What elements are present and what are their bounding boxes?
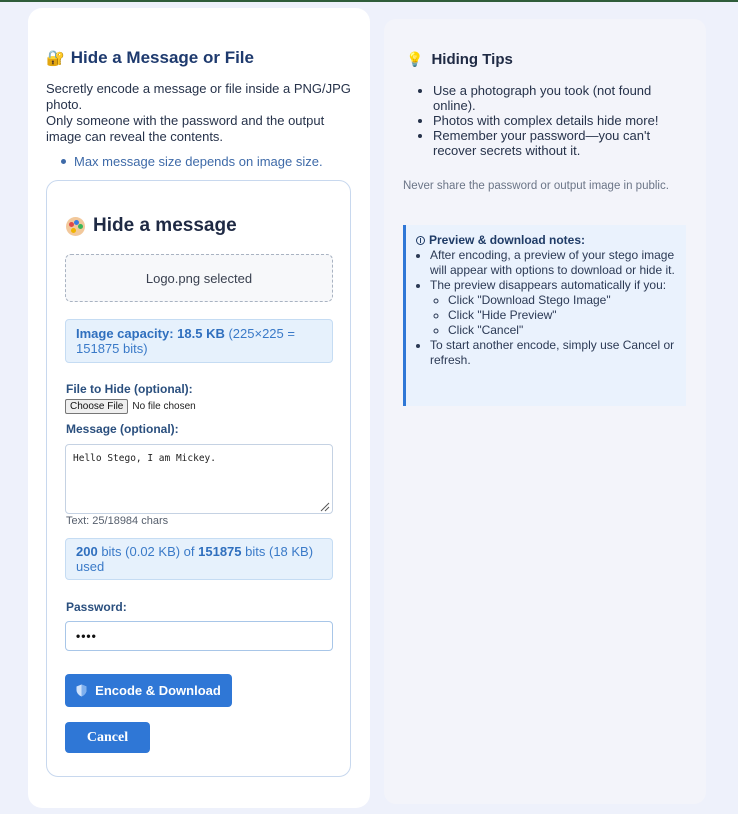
max-size-text: Max message size depends on image size. — [74, 154, 323, 169]
list-item: After encoding, a preview of your stego … — [430, 248, 676, 278]
form-title: Hide a message — [66, 215, 237, 237]
list-item-text: The preview disappears automatically if … — [430, 278, 667, 292]
encode-download-button[interactable]: Encode & Download — [65, 674, 232, 707]
tips-list: Use a photograph you took (not found onl… — [414, 83, 684, 158]
list-item: Click "Cancel" — [448, 323, 676, 338]
notes-list: After encoding, a preview of your stego … — [416, 248, 676, 368]
palette-icon — [66, 216, 85, 236]
bits-used-value: 200 — [76, 544, 98, 559]
list-item: Photos with complex details hide more! — [433, 113, 684, 128]
info-icon — [416, 236, 425, 245]
list-item: Click "Hide Preview" — [448, 308, 676, 323]
form-title-text: Hide a message — [93, 215, 237, 236]
list-item: Remember your password—you can't recover… — [433, 128, 684, 158]
capacity-label: Image capacity: 18.5 KB — [76, 326, 225, 341]
list-item: Use a photograph you took (not found onl… — [433, 83, 684, 113]
image-file-dropzone[interactable]: Logo.png selected — [65, 254, 333, 302]
password-label: Password: — [66, 600, 127, 614]
page-title-text: Hide a Message or File — [70, 48, 254, 67]
page-title: 🔐 Hide a Message or File — [46, 48, 254, 68]
file-to-hide-label: File to Hide (optional): — [66, 382, 193, 396]
choose-file-button[interactable]: Choose File — [65, 399, 129, 414]
notes-title-text: Preview & download notes: — [429, 233, 586, 247]
cancel-button[interactable]: Cancel — [65, 722, 150, 753]
resize-grip-icon[interactable] — [319, 501, 330, 512]
list-item: The preview disappears automatically if … — [430, 278, 676, 338]
password-input[interactable]: •••• — [65, 621, 333, 651]
bits-total-value: 151875 — [198, 544, 242, 559]
lightbulb-icon: 💡 — [406, 51, 424, 67]
char-count: Text: 25/18984 chars — [66, 515, 169, 527]
bits-used-kb: bits (0.02 KB) of — [97, 544, 199, 559]
message-label: Message (optional): — [66, 422, 179, 436]
notes-sublist: Click "Download Stego Image" Click "Hide… — [430, 293, 676, 338]
share-warning: Never share the password or output image… — [403, 180, 669, 192]
tips-card: 💡 Hiding Tips Use a photograph you took … — [384, 19, 706, 804]
encode-button-label: Encode & Download — [95, 683, 221, 698]
notes-title: Preview & download notes: — [416, 233, 676, 248]
hide-card: 🔐 Hide a Message or File Secretly encode… — [28, 8, 370, 808]
file-to-hide-input: Choose File No file chosen — [65, 399, 196, 414]
list-item: To start another encode, simply use Canc… — [430, 338, 676, 368]
preview-notes-box: Preview & download notes: After encoding… — [403, 225, 686, 406]
list-item: Click "Download Stego Image" — [448, 293, 676, 308]
page-description: Secretly encode a message or file inside… — [46, 81, 356, 145]
bullet-icon — [61, 159, 66, 164]
top-border — [0, 0, 738, 2]
bits-usage-info: 200 bits (0.02 KB) of 151875 bits (18 KB… — [65, 538, 333, 580]
selected-file-text: Logo.png selected — [145, 270, 253, 286]
lock-icon: 🔐 — [46, 50, 65, 67]
max-size-note: Max message size depends on image size. — [61, 154, 323, 169]
message-textarea[interactable]: Hello Stego, I am Mickey. — [65, 444, 333, 514]
hide-form-panel: Hide a message Logo.png selected Image c… — [46, 180, 351, 777]
tips-title-text: Hiding Tips — [431, 51, 513, 68]
shield-icon — [76, 684, 87, 697]
description-line-1: Secretly encode a message or file inside… — [46, 81, 351, 112]
no-file-text: No file chosen — [132, 401, 196, 412]
description-line-2: Only someone with the password and the o… — [46, 113, 325, 144]
image-capacity-info: Image capacity: 18.5 KB (225×225 = 15187… — [65, 319, 333, 363]
tips-title: 💡 Hiding Tips — [406, 51, 513, 68]
